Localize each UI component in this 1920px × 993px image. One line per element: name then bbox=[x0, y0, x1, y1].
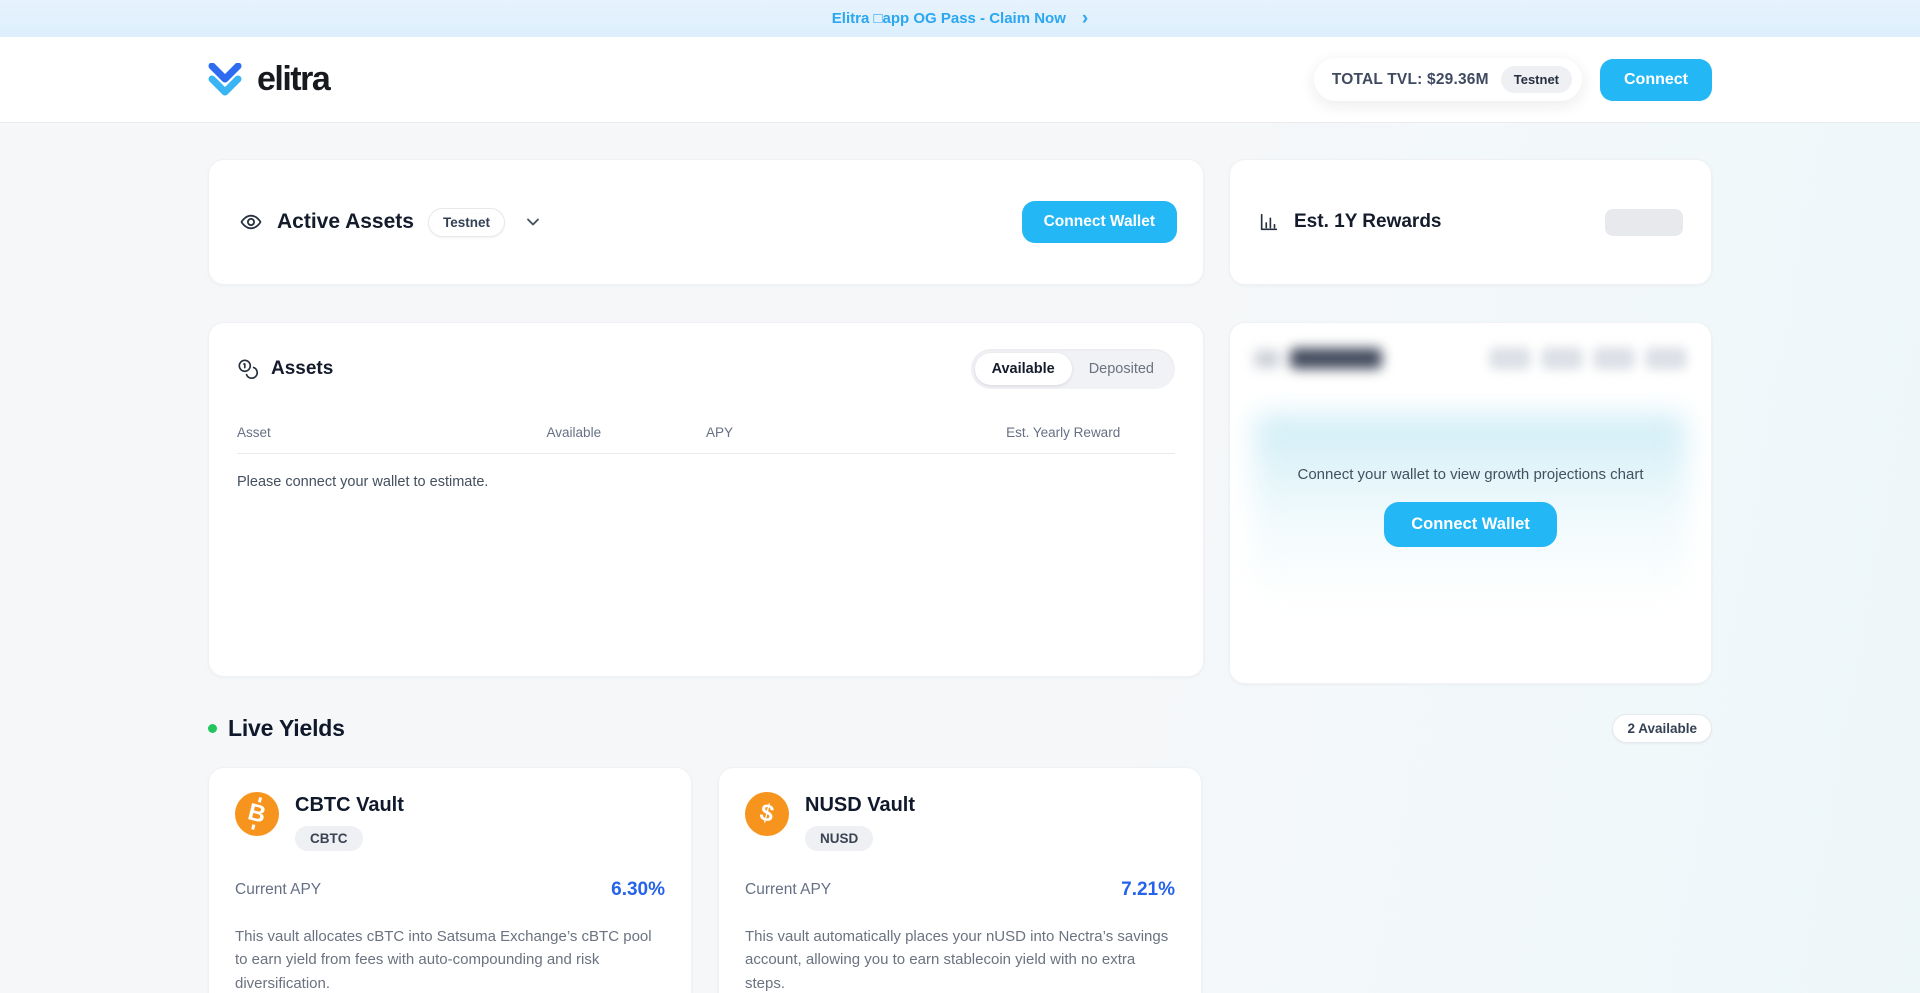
col-asset: Asset bbox=[237, 425, 547, 440]
token-badge: CBTC bbox=[295, 826, 363, 851]
dollar-icon: $ bbox=[745, 792, 789, 836]
promo-banner[interactable]: Elitra □app OG Pass - Claim Now › bbox=[0, 0, 1920, 37]
header: elitra TOTAL TVL: $29.36M Testnet Connec… bbox=[0, 37, 1920, 123]
col-apy: APY bbox=[706, 425, 1006, 440]
blurred-range-buttons bbox=[1489, 347, 1687, 370]
connect-button[interactable]: Connect bbox=[1600, 59, 1712, 101]
chart-connect-wallet-button[interactable]: Connect Wallet bbox=[1384, 502, 1557, 547]
chevron-right-icon: › bbox=[1082, 9, 1088, 28]
double-chevron-logo-icon bbox=[208, 63, 248, 97]
bitcoin-icon: B bbox=[235, 792, 279, 836]
apy-label: Current APY bbox=[235, 881, 321, 899]
col-est-yearly-reward: Est. Yearly Reward bbox=[1006, 425, 1175, 440]
tab-deposited[interactable]: Deposited bbox=[1072, 353, 1171, 385]
vault-name: CBTC Vault bbox=[295, 792, 404, 817]
est-rewards-title: Est. 1Y Rewards bbox=[1294, 211, 1442, 233]
testnet-badge: Testnet bbox=[428, 208, 505, 237]
assets-table-header: Asset Available APY Est. Yearly Reward bbox=[237, 425, 1175, 454]
blurred-chart-title bbox=[1254, 348, 1382, 369]
vault-name: NUSD Vault bbox=[805, 792, 915, 817]
main-content: Active Assets Testnet Connect Wallet bbox=[208, 123, 1712, 993]
apy-value: 6.30% bbox=[611, 879, 665, 901]
vaults-grid: B CBTC Vault CBTC Current APY 6.30% This… bbox=[208, 767, 1712, 993]
chart-connect-message: Connect your wallet to view growth proje… bbox=[1298, 466, 1644, 483]
vault-description: This vault allocates cBTC into Satsuma E… bbox=[235, 925, 665, 993]
coins-icon bbox=[237, 358, 259, 380]
total-tvl-value: TOTAL TVL: $29.36M bbox=[1332, 71, 1489, 89]
assets-empty-message: Please connect your wallet to estimate. bbox=[237, 474, 1175, 490]
active-assets-title: Active Assets bbox=[277, 210, 414, 234]
connect-wallet-button[interactable]: Connect Wallet bbox=[1022, 201, 1177, 243]
bar-chart-icon bbox=[1258, 211, 1280, 233]
row-summary: Active Assets Testnet Connect Wallet bbox=[208, 159, 1712, 285]
vault-card-cbtc[interactable]: B CBTC Vault CBTC Current APY 6.30% This… bbox=[208, 767, 692, 993]
growth-projections-card: Connect your wallet to view growth proje… bbox=[1229, 322, 1712, 684]
promo-banner-text[interactable]: Elitra □app OG Pass - Claim Now bbox=[832, 10, 1066, 27]
header-right: TOTAL TVL: $29.36M Testnet Connect bbox=[1314, 58, 1712, 101]
token-badge: NUSD bbox=[805, 826, 873, 851]
live-yields-header: Live Yields 2 Available bbox=[208, 714, 1712, 743]
logo-text: elitra bbox=[257, 60, 329, 99]
assets-card: Assets Available Deposited Asset Availab… bbox=[208, 322, 1204, 677]
live-yields-title: Live Yields bbox=[228, 715, 345, 742]
logo[interactable]: elitra bbox=[208, 60, 329, 99]
tab-available[interactable]: Available bbox=[975, 353, 1072, 385]
available-count-badge: 2 Available bbox=[1612, 714, 1712, 743]
est-rewards-card: Est. 1Y Rewards bbox=[1229, 159, 1712, 285]
active-assets-card: Active Assets Testnet Connect Wallet bbox=[208, 159, 1204, 285]
col-available: Available bbox=[547, 425, 706, 440]
total-tvl-pill: TOTAL TVL: $29.36M Testnet bbox=[1314, 58, 1582, 101]
assets-tabs: Available Deposited bbox=[971, 349, 1175, 389]
apy-value: 7.21% bbox=[1121, 879, 1175, 901]
vault-description: This vault automatically places your nUS… bbox=[745, 925, 1175, 993]
eye-icon bbox=[239, 210, 263, 234]
vault-card-nusd[interactable]: $ NUSD Vault NUSD Current APY 7.21% This… bbox=[718, 767, 1202, 993]
apy-label: Current APY bbox=[745, 881, 831, 899]
row-details: Assets Available Deposited Asset Availab… bbox=[208, 322, 1712, 684]
assets-title: Assets bbox=[271, 358, 333, 380]
network-badge: Testnet bbox=[1501, 66, 1572, 93]
live-dot-icon bbox=[208, 724, 217, 733]
rewards-loading-skeleton bbox=[1605, 209, 1683, 236]
chevron-down-icon[interactable] bbox=[523, 212, 543, 232]
